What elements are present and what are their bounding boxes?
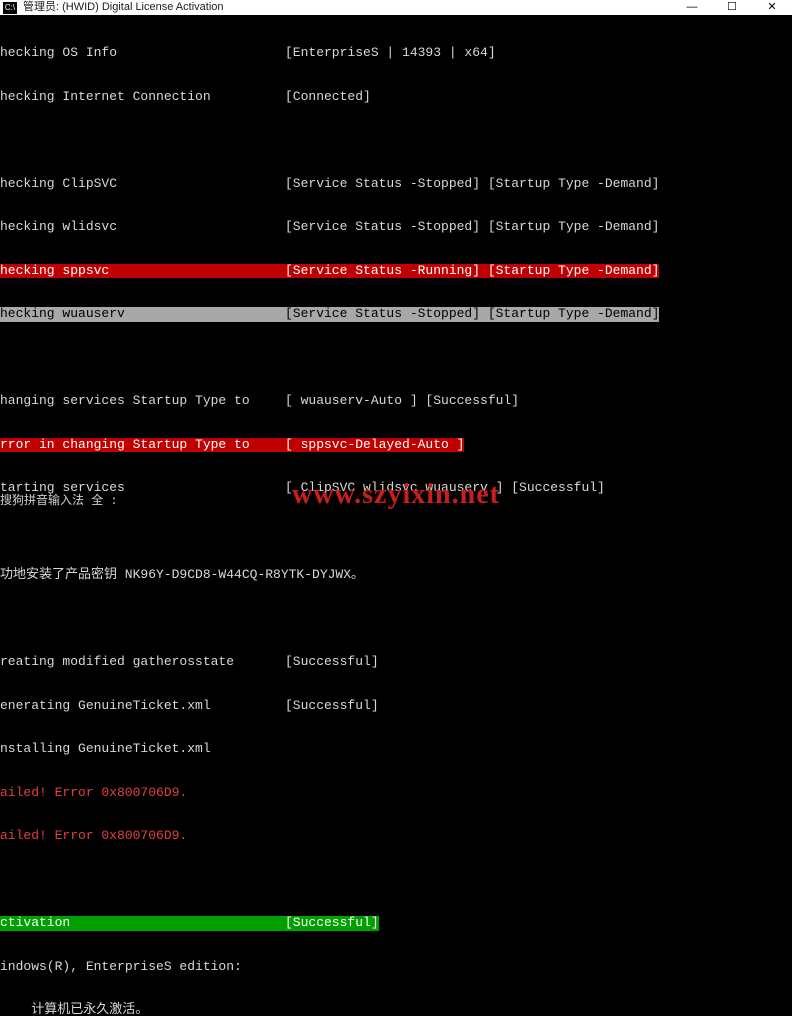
osinfo-value: [EnterpriseS | 14393 | x64] (285, 46, 496, 61)
close-button[interactable]: ✕ (752, 0, 792, 15)
window-buttons: — ☐ ✕ (672, 0, 792, 15)
clipsvc-value: [Service Status -Stopped] [Startup Type … (285, 177, 659, 192)
gather-value: [Successful] (285, 655, 379, 670)
wlidsvc-value: [Service Status -Stopped] [Startup Type … (285, 220, 659, 235)
generate-value: [Successful] (285, 699, 379, 714)
maximize-button[interactable]: ☐ (712, 0, 752, 15)
osinfo-label: hecking OS Info (0, 46, 285, 61)
sppsvc-label: hecking sppsvc (0, 264, 285, 279)
minimize-button[interactable]: — (672, 0, 712, 15)
window-title: 管理员: (HWID) Digital License Activation (23, 0, 224, 15)
error-line-1: ailed! Error 0x800706D9. (0, 786, 187, 801)
error-line-2: ailed! Error 0x800706D9. (0, 829, 187, 844)
generate-label: enerating GenuineTicket.xml (0, 699, 285, 714)
window-titlebar: C:\ 管理员: (HWID) Digital License Activati… (0, 0, 792, 15)
edition-line: indows(R), EnterpriseS edition: (0, 960, 242, 975)
ime-status: 搜狗拼音输入法 全 : (0, 494, 118, 509)
activation-value: [Successful] (285, 916, 379, 931)
starting-value: [ ClipSVC wlidsvc wuauserv ] [Successful… (285, 481, 605, 496)
wuauserv-label: hecking wuauserv (0, 307, 285, 322)
change-startup-label: hanging services Startup Type to (0, 394, 285, 409)
activation-label: ctivation (0, 916, 285, 931)
error-startup-label: rror in changing Startup Type to (0, 438, 285, 453)
wuauserv-value: [Service Status -Stopped] [Startup Type … (285, 307, 659, 322)
net-label: hecking Internet Connection (0, 90, 285, 105)
gather-label: reating modified gatherosstate (0, 655, 285, 670)
change-startup-value: [ wuauserv-Auto ] [Successful] (285, 394, 519, 409)
sppsvc-value: [Service Status -Running] [Startup Type … (285, 264, 659, 279)
terminal-output: hecking OS Info[EnterpriseS | 14393 | x6… (0, 15, 792, 508)
error-startup-value: [ sppsvc-Delayed-Auto ] (285, 438, 464, 453)
install-label: nstalling GenuineTicket.xml (0, 742, 211, 757)
cmd-icon: C:\ (3, 2, 17, 14)
clipsvc-label: hecking ClipSVC (0, 177, 285, 192)
net-value: [Connected] (285, 90, 371, 105)
activated-line: 计算机已永久激活。 (0, 1003, 148, 1016)
product-key-msg: 功地安装了产品密钥 NK96Y-D9CD8-W44CQ-R8YTK-DYJWX。 (0, 568, 364, 583)
wlidsvc-label: hecking wlidsvc (0, 220, 285, 235)
